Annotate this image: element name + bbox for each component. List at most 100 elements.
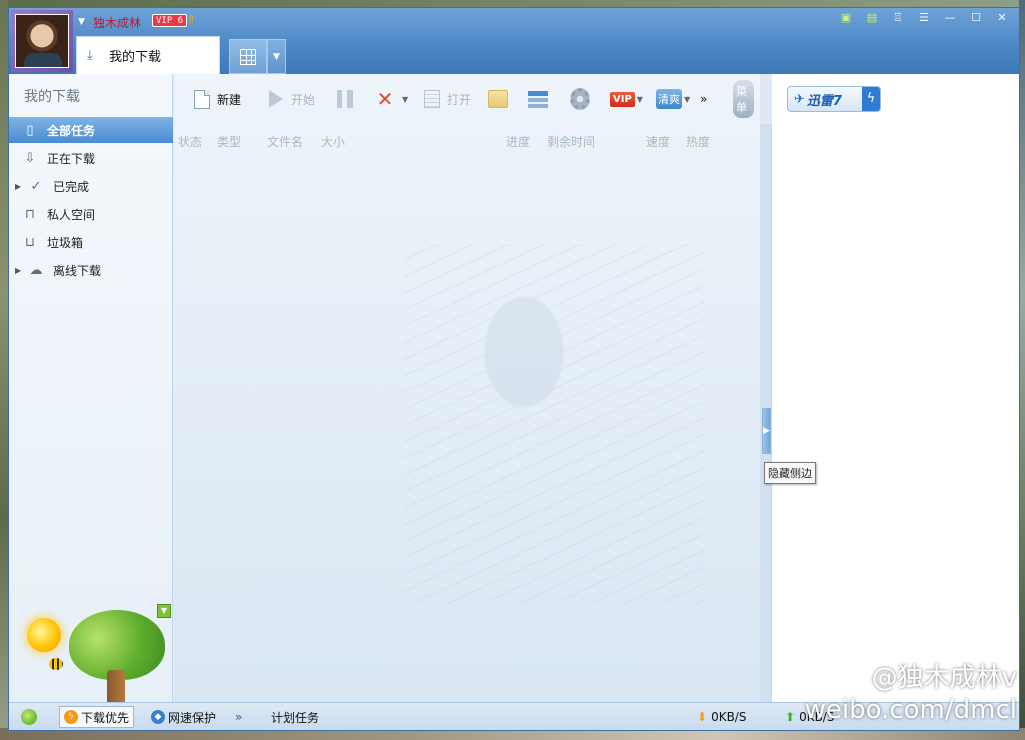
start-label: 开始	[291, 92, 316, 107]
lightning-icon: ϟ	[64, 710, 78, 724]
bee-icon	[49, 658, 63, 670]
skin-shirt-icon[interactable]: ♖	[887, 10, 909, 26]
column-header-remaining-time[interactable]: 剩余时间	[547, 133, 595, 150]
download-speed-value: 0KB/S	[711, 710, 747, 724]
column-header-popularity[interactable]: 热度	[686, 133, 710, 150]
maximize-button[interactable]: ☐	[965, 10, 987, 26]
download-priority-button[interactable]: ϟ 下载优先	[59, 706, 135, 728]
avatar[interactable]	[15, 14, 69, 68]
start-button[interactable]: 开始	[260, 85, 321, 113]
cloud-download-icon: ☁	[29, 262, 43, 278]
column-header-filename[interactable]: 文件名	[267, 133, 303, 150]
column-header-status[interactable]: 状态	[178, 133, 202, 150]
lock-icon: ⊓	[24, 206, 36, 222]
message-icon[interactable]: ▤	[861, 10, 883, 26]
column-header-size[interactable]: 大小	[321, 133, 345, 150]
lightning-icon: ϟ	[862, 87, 880, 111]
minimize-button[interactable]: —	[939, 10, 961, 26]
close-button[interactable]: ✕	[991, 10, 1013, 26]
download-tab-icon: ⤓	[87, 47, 93, 63]
hide-sidebar-toggle[interactable]: ▶	[762, 408, 771, 454]
view-list-button[interactable]	[522, 85, 559, 113]
thunder-window: ▼ 独木成林 VIP 6 ⇧ ⤓ 我的下载 ▼ ▣ ▤ ♖ ☰ — ☐ ✕ 我的…	[8, 7, 1020, 731]
expand-arrow-icon[interactable]: ▶	[15, 182, 27, 191]
scheduled-tasks-button[interactable]: 计划任务	[267, 706, 323, 728]
pause-button[interactable]	[329, 85, 366, 113]
chevron-down-icon[interactable]: ▼	[637, 95, 643, 104]
check-icon: ✓	[30, 178, 42, 194]
brand-text: 迅雷7	[806, 93, 842, 109]
vip-upgrade-icon[interactable]: ⇧	[187, 13, 196, 26]
main-menu-icon[interactable]: ☰	[913, 10, 935, 26]
trash-icon: ⊔	[24, 234, 36, 250]
arrow-up-icon: ⬆	[785, 710, 796, 724]
sidebar-item-trash[interactable]: ⊔ 垃圾箱	[9, 229, 173, 255]
clipboard-icon[interactable]: ▣	[835, 10, 857, 26]
right-side-panel: ✈ 迅雷7 ϟ	[772, 74, 1019, 702]
column-header-progress[interactable]: 进度	[506, 133, 530, 150]
sidebar-item-label: 已完成	[53, 179, 90, 194]
tab-my-downloads[interactable]: ⤓ 我的下载	[76, 36, 220, 74]
sidebar-item-private-space[interactable]: ⊓ 私人空间	[9, 201, 173, 227]
play-icon	[266, 89, 286, 109]
delete-button[interactable]: ✕ ▼	[369, 85, 414, 113]
sidebar-item-label: 正在下载	[47, 151, 96, 166]
title-bar: ▼ 独木成林 VIP 6 ⇧ ⤓ 我的下载 ▼ ▣ ▤ ♖ ☰ — ☐ ✕	[9, 8, 1019, 74]
tooltip: 隐藏侧边	[764, 462, 816, 484]
toolbar-more-button[interactable]: »	[694, 85, 713, 113]
user-menu-dropdown-icon[interactable]: ▼	[78, 17, 85, 27]
open-button[interactable]: 打开	[416, 85, 477, 113]
sidebar-item-all-tasks[interactable]: ▯ 全部任务	[9, 117, 173, 143]
sun-icon	[27, 618, 61, 652]
arrow-down-icon: ⬇	[697, 710, 708, 724]
growth-tree-widget[interactable]	[17, 610, 173, 706]
watermark-line-1: @独木成林v	[871, 663, 1017, 693]
window-controls: ▣ ▤ ♖ ☰ — ☐ ✕	[835, 10, 1013, 26]
sidebar-item-label: 离线下载	[53, 263, 102, 278]
gear-icon	[570, 88, 590, 110]
sidebar-item-label: 私人空间	[47, 207, 96, 222]
speed-protect-button[interactable]: ◆ 网速保护	[147, 706, 220, 728]
shield-icon: ◆	[151, 710, 165, 724]
chevron-down-icon[interactable]: ▼	[684, 95, 690, 104]
expand-arrow-icon[interactable]: ▶	[15, 266, 27, 275]
sidebar-item-label: 全部任务	[47, 123, 96, 138]
avatar-frame[interactable]	[11, 10, 73, 72]
file-icon: ▯	[26, 122, 34, 138]
sidebar-item-completed[interactable]: ▶ ✓ 已完成	[9, 173, 173, 199]
open-folder-button[interactable]	[482, 85, 519, 113]
clean-mode-button[interactable]: 清爽 ▼	[650, 85, 696, 113]
folder-icon	[488, 89, 508, 109]
grid-icon	[240, 48, 256, 65]
tree-trunk	[107, 670, 125, 706]
vip-icon: VIP	[610, 91, 635, 107]
sidebar-item-offline-download[interactable]: ▶ ☁ 离线下载	[9, 257, 173, 283]
weibo-watermark: @独木成林v weibo.com/dmcl	[805, 662, 1017, 726]
vip-level-badge[interactable]: VIP 6	[152, 14, 188, 27]
tab-dropdown-button[interactable]: ▼	[267, 39, 286, 74]
leaf-icon[interactable]	[21, 709, 37, 725]
column-header-speed[interactable]: 速度	[646, 133, 670, 150]
new-task-button[interactable]: 新建	[186, 85, 247, 113]
settings-button[interactable]	[564, 85, 601, 113]
new-file-icon	[192, 89, 212, 109]
new-task-label: 新建	[217, 92, 242, 107]
vip-button[interactable]: VIP ▼	[604, 85, 649, 113]
menu-button[interactable]: 菜单	[727, 80, 760, 118]
xunlei-logo[interactable]: ✈ 迅雷7 ϟ	[787, 86, 881, 112]
statusbar-more-button[interactable]: »	[231, 706, 246, 728]
task-list-area: 新建 开始 ✕ ▼ 打开 VIP ▼ 清爽 ▼ » 菜单 状态 类型 文件名 大…	[174, 74, 760, 702]
sidebar-item-downloading[interactable]: ⇩ 正在下载	[9, 145, 173, 171]
chevron-down-icon[interactable]: ▼	[402, 95, 408, 104]
sidebar-title: 我的下载	[24, 89, 80, 105]
tab-label: 我的下载	[109, 50, 162, 65]
app-grid-tab[interactable]	[229, 39, 267, 74]
open-label: 打开	[447, 92, 472, 107]
download-speed: ⬇ 0KB/S	[693, 706, 750, 728]
menu-icon: 菜单	[733, 80, 754, 118]
desktop-background-left	[0, 0, 8, 740]
column-header-row: 状态 类型 文件名 大小 进度 剩余时间 速度 热度	[174, 130, 760, 150]
user-name[interactable]: 独木成林	[93, 14, 141, 31]
background-watermark-art	[404, 244, 704, 604]
column-header-type[interactable]: 类型	[217, 133, 241, 150]
